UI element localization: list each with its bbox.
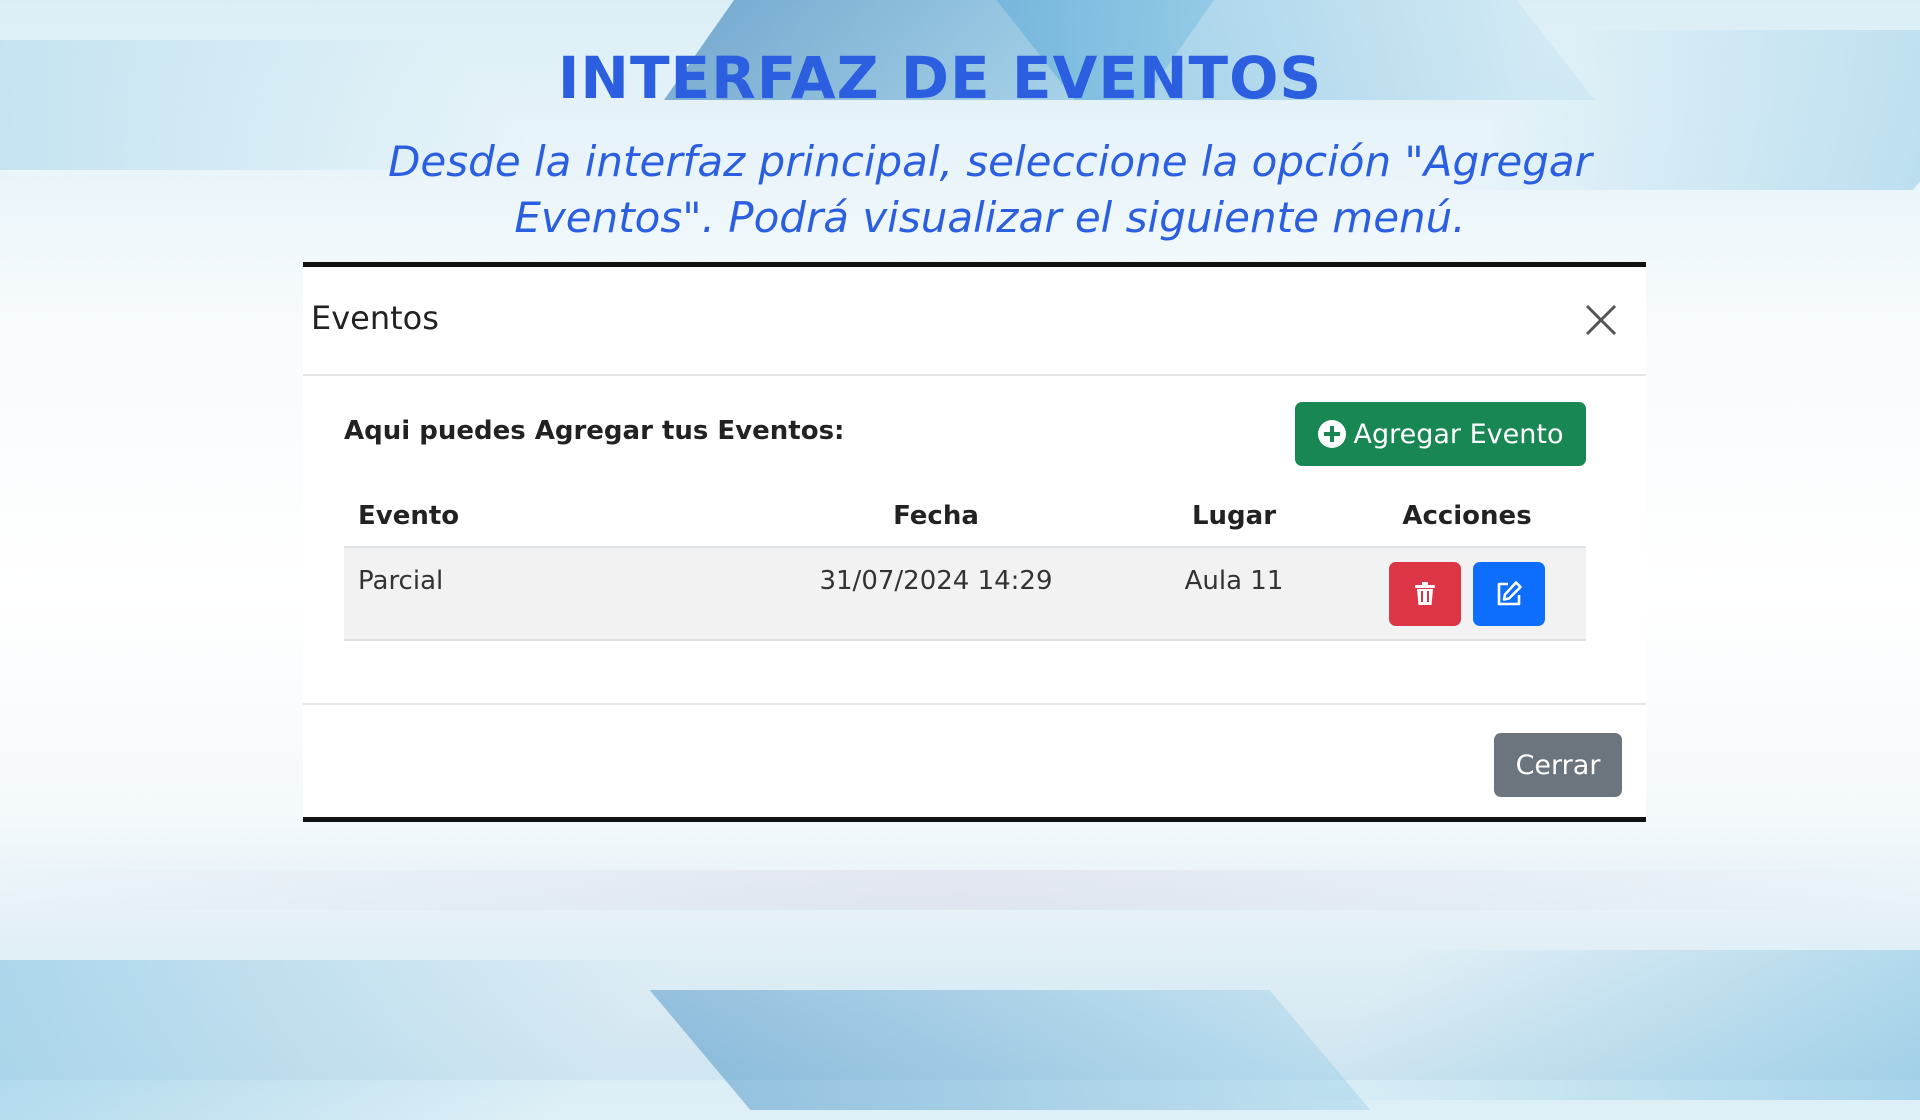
- table-header-row: Evento Fecha Lugar Acciones: [344, 486, 1586, 548]
- cell-lugar: Aula 11: [1120, 547, 1348, 641]
- edit-icon: [1497, 581, 1522, 606]
- edit-button[interactable]: [1473, 562, 1546, 626]
- slide-subtitle: Desde la interfaz principal, seleccione …: [388, 137, 1592, 242]
- modal-body: Aqui puedes Agregar tus Eventos: Agregar…: [303, 376, 1646, 705]
- modal-footer: Cerrar: [303, 705, 1646, 823]
- table-row: Parcial 31/07/2024 14:29 Aula 11: [344, 547, 1586, 641]
- cell-acciones: [1348, 547, 1586, 641]
- header-acciones: Acciones: [1348, 486, 1586, 548]
- header-lugar: Lugar: [1120, 486, 1348, 548]
- trash-icon: [1414, 582, 1435, 605]
- delete-button[interactable]: [1388, 562, 1461, 626]
- background-shape: [0, 960, 688, 1120]
- add-event-button[interactable]: Agregar Evento: [1295, 402, 1586, 466]
- cell-fecha: 31/07/2024 14:29: [752, 547, 1120, 641]
- close-icon: [1585, 304, 1617, 336]
- slide-title: INTERFAZ DE EVENTOS: [557, 44, 1323, 112]
- header-fecha: Fecha: [752, 486, 1120, 548]
- background-shape: [649, 990, 1371, 1110]
- cerrar-button[interactable]: Cerrar: [1494, 733, 1622, 797]
- events-modal: Eventos Aqui puedes Agregar tus Eventos:…: [303, 262, 1646, 822]
- cell-evento: Parcial: [344, 547, 752, 641]
- events-table: Evento Fecha Lugar Acciones Parcial 31/0…: [344, 486, 1586, 641]
- plus-circle-icon: [1317, 420, 1346, 448]
- add-event-label: Agregar Evento: [1353, 418, 1564, 450]
- header-evento: Evento: [344, 486, 752, 548]
- modal-title: Eventos: [311, 299, 439, 337]
- background-shape: [1291, 950, 1920, 1100]
- modal-header: Eventos: [303, 267, 1646, 376]
- intro-text: Aqui puedes Agregar tus Eventos:: [344, 416, 845, 446]
- close-button[interactable]: [1584, 303, 1618, 337]
- background-shape: [0, 870, 1920, 910]
